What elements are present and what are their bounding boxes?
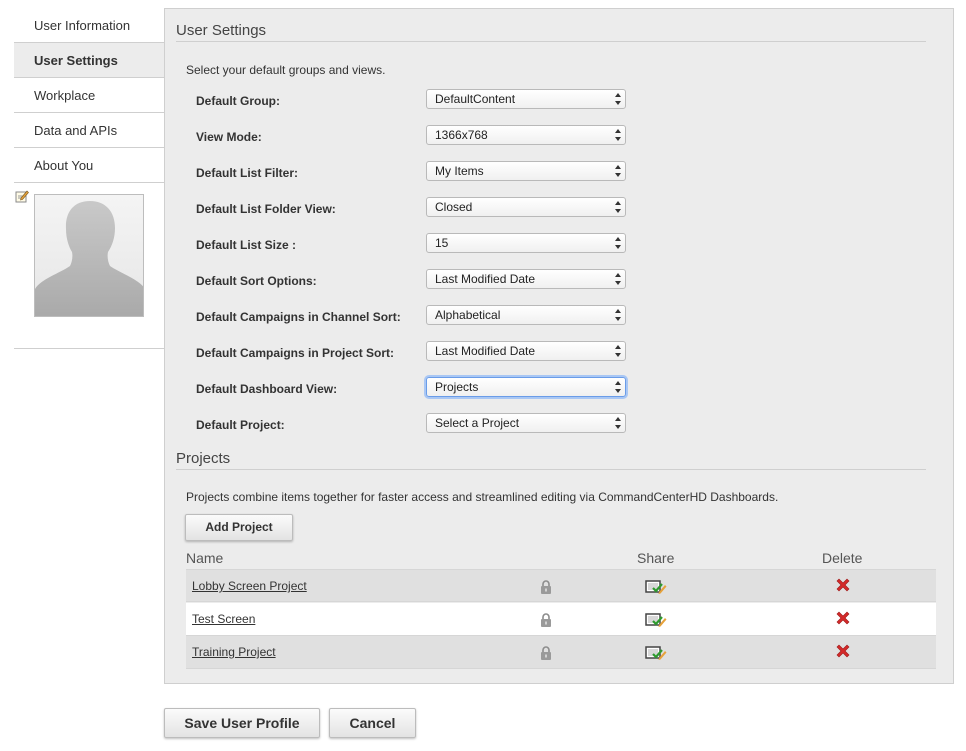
default-list-folder-view-label: Default List Folder View: [196,202,336,216]
delete-x-icon[interactable] [835,577,851,593]
default-list-size-label: Default List Size : [196,238,297,252]
table-row: Test Screen [186,603,936,636]
sidebar-item-workplace[interactable]: Workplace [14,78,165,113]
select-arrows-icon [615,165,621,177]
default-list-folder-view-select[interactable]: Closed [426,197,626,217]
projects-title: Projects [176,450,231,467]
sidebar-item-data-and-apis[interactable]: Data and APIs [14,113,165,148]
divider [176,469,926,470]
lock-icon [541,646,551,660]
project-name-link[interactable]: Test Screen [192,612,255,626]
select-arrows-icon [615,273,621,285]
default-group-label: Default Group: [196,94,280,108]
default-group-value: DefaultContent [435,92,516,106]
user-settings-title: User Settings [176,22,267,39]
campaigns-project-sort-select[interactable]: Last Modified Date [426,341,626,361]
select-arrows-icon [615,417,621,429]
avatar [34,194,144,317]
campaigns-channel-sort-value: Alphabetical [435,308,501,322]
project-name-link[interactable]: Training Project [192,645,276,659]
default-list-filter-select[interactable]: My Items [426,161,626,181]
dashboard-view-value: Projects [435,380,479,394]
share-icon[interactable] [645,645,667,661]
user-settings-intro: Select your default groups and views. [186,63,386,77]
view-mode-select[interactable]: 1366x768 [426,125,626,145]
default-list-filter-label: Default List Filter: [196,166,299,180]
campaigns-project-sort-label: Default Campaigns in Project Sort: [196,346,395,360]
default-sort-options-value: Last Modified Date [435,272,536,286]
table-row: Training Project [186,636,936,669]
select-arrows-icon [615,345,621,357]
add-project-button[interactable]: Add Project [185,514,293,541]
view-mode-label: View Mode: [196,130,262,144]
column-header-delete: Delete [822,550,863,566]
default-list-size-value: 15 [435,236,449,250]
share-icon[interactable] [645,612,667,628]
cancel-button[interactable]: Cancel [329,708,416,738]
save-user-profile-button[interactable]: Save User Profile [164,708,320,738]
select-arrows-icon [615,309,621,321]
sidebar-item-about-you[interactable]: About You [14,148,165,183]
select-arrows-icon [615,201,621,213]
column-header-name: Name [186,550,224,566]
select-arrows-icon [615,381,621,393]
default-list-folder-view-value: Closed [435,200,473,214]
default-project-select[interactable]: Select a Project [426,413,626,433]
sidebar-item-user-settings[interactable]: User Settings [14,43,165,78]
campaigns-channel-sort-select[interactable]: Alphabetical [426,305,626,325]
select-arrows-icon [615,129,621,141]
project-name-link[interactable]: Lobby Screen Project [192,579,307,593]
delete-x-icon[interactable] [835,610,851,626]
delete-x-icon[interactable] [835,643,851,659]
edit-pencil-icon[interactable] [15,189,29,203]
lock-icon [541,580,551,594]
column-header-share: Share [637,550,675,566]
projects-intro: Projects combine items together for fast… [186,490,779,504]
main-panel: User Settings Select your default groups… [164,8,954,684]
dashboard-view-select[interactable]: Projects [426,377,626,397]
table-row: Lobby Screen Project [186,569,936,602]
default-user-silhouette-icon [35,201,143,316]
select-arrows-icon [615,237,621,249]
divider [176,41,926,42]
view-mode-value: 1366x768 [435,128,488,142]
default-project-value: Select a Project [435,416,520,430]
share-icon[interactable] [645,579,667,595]
lock-icon [541,613,551,627]
default-list-size-select[interactable]: 15 [426,233,626,253]
dashboard-view-label: Default Dashboard View: [196,382,338,396]
default-group-select[interactable]: DefaultContent [426,89,626,109]
sidebar-nav: User Information User Settings Workplace… [14,8,165,349]
campaigns-channel-sort-label: Default Campaigns in Channel Sort: [196,310,401,324]
default-project-label: Default Project: [196,418,285,432]
default-list-filter-value: My Items [435,164,484,178]
sidebar-item-user-information[interactable]: User Information [14,8,165,43]
select-arrows-icon [615,93,621,105]
campaigns-project-sort-value: Last Modified Date [435,344,536,358]
default-sort-options-label: Default Sort Options: [196,274,317,288]
default-sort-options-select[interactable]: Last Modified Date [426,269,626,289]
